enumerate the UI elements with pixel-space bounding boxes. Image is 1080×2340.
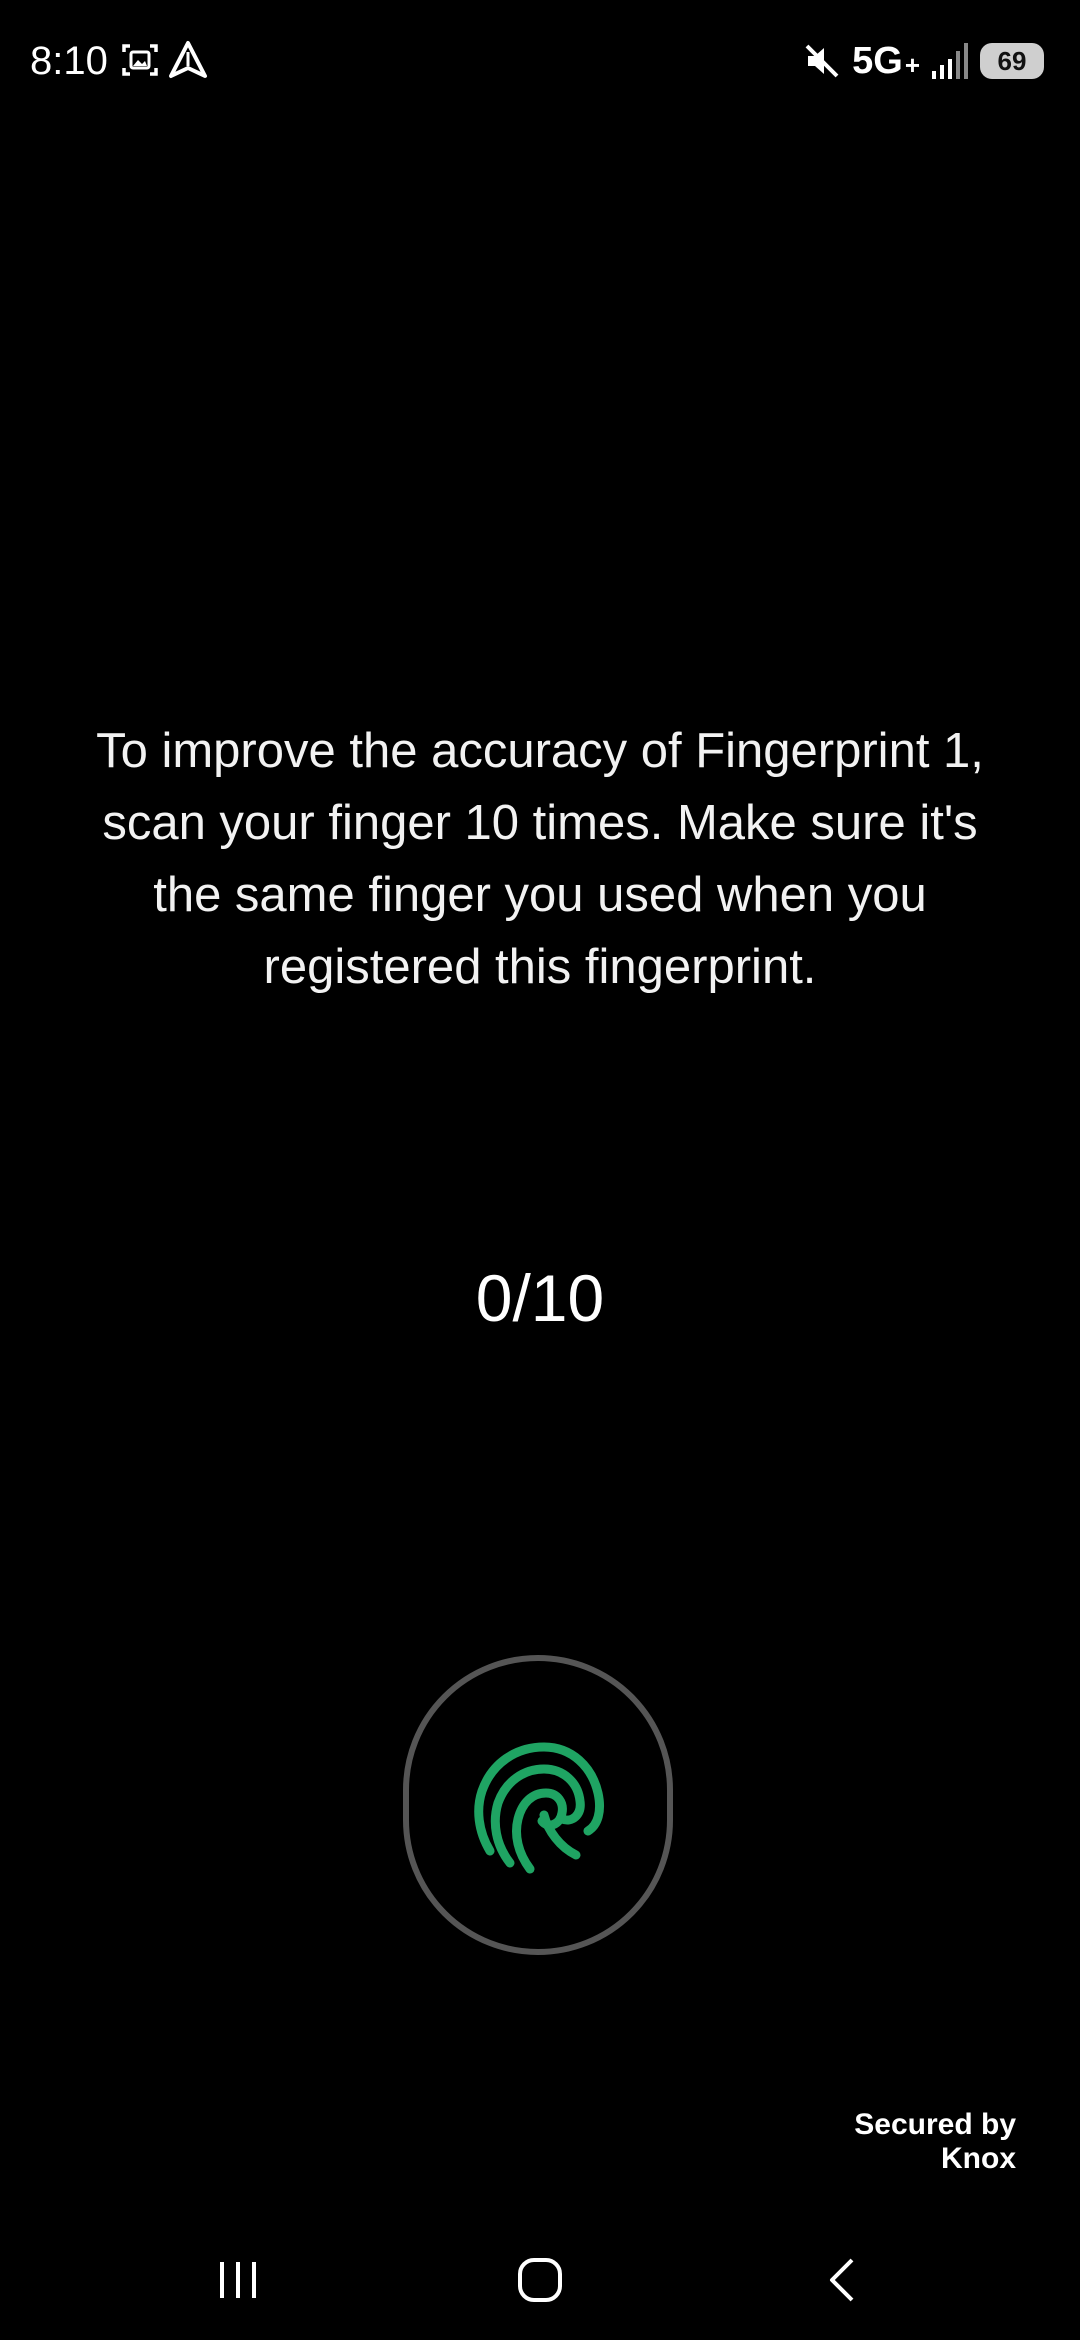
recents-icon: [214, 2258, 262, 2302]
status-bar: 8:10 5G + 69: [0, 0, 1080, 120]
network-type: 5G: [852, 40, 903, 82]
navigation-bar: [0, 2220, 1080, 2340]
scan-progress-count: 0/10: [475, 1261, 605, 1335]
battery-indicator: 69: [980, 43, 1044, 79]
mute-icon: [802, 41, 842, 81]
back-button[interactable]: [802, 2250, 882, 2310]
fingerprint-icon: [468, 1735, 608, 1875]
fingerprint-sensor-area[interactable]: [403, 1655, 673, 1955]
enrollment-instructions: To improve the accuracy of Fingerprint 1…: [96, 724, 984, 994]
back-icon: [822, 2256, 862, 2304]
knox-label: Knox: [941, 2142, 1016, 2175]
navigation-arrow-icon: [168, 40, 208, 80]
signal-icon: [930, 41, 970, 81]
recents-button[interactable]: [198, 2250, 278, 2310]
network-suffix: +: [904, 50, 920, 80]
secured-by-label: Secured by: [854, 2108, 1016, 2141]
screenshot-icon: [120, 40, 160, 80]
status-time: 8:10: [30, 39, 108, 83]
secured-by-knox: Secured by Knox: [854, 2108, 1016, 2176]
home-icon: [516, 2256, 564, 2304]
status-right-group: 5G + 69: [802, 38, 1044, 84]
home-button[interactable]: [500, 2250, 580, 2310]
